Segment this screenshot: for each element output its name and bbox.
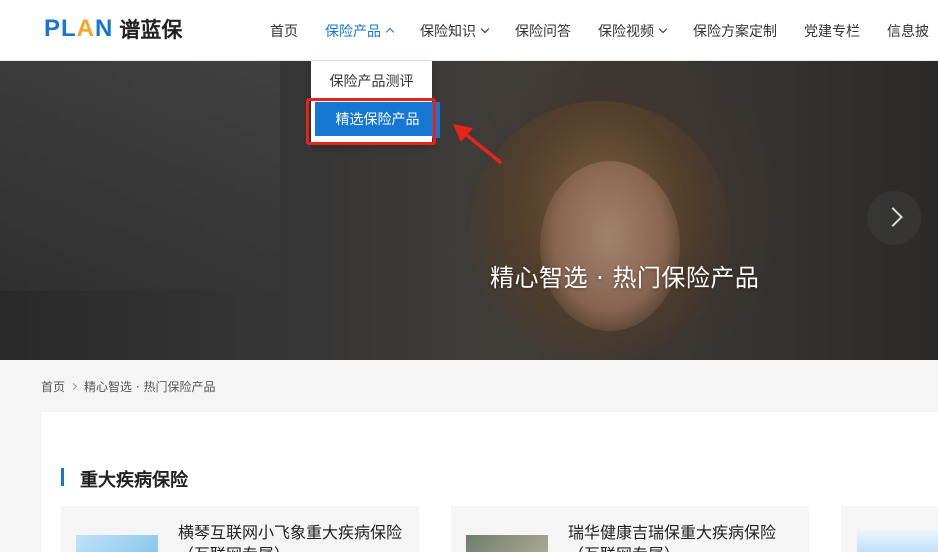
product-card[interactable]: 瑞华健康吉瑞保重大疾病保险 （互联网专属）	[451, 506, 809, 552]
hero-overlay	[0, 61, 938, 360]
chevron-right-icon	[69, 382, 78, 391]
nav-insurance-qa[interactable]: 保险问答	[515, 21, 571, 41]
chevron-up-icon	[385, 27, 395, 37]
annotation-highlight-box	[306, 98, 436, 145]
chevron-down-icon	[658, 24, 668, 33]
nav-plan-custom[interactable]: 保险方案定制	[693, 21, 777, 41]
logo-wordmark: PLAN	[44, 15, 114, 42]
product-card[interactable]: 横琴互联网小飞象重大疾病保险 （互联网专属）	[61, 506, 419, 552]
hero-title: 精心智选 · 热门保险产品	[490, 264, 760, 292]
section-marker	[61, 468, 64, 486]
nav-insurance-knowledge[interactable]: 保险知识	[420, 21, 490, 41]
product-thumbnail	[466, 535, 548, 552]
breadcrumb: 首页 精心智选 · 热门保险产品	[41, 378, 215, 395]
nav-home[interactable]: 首页	[270, 21, 298, 41]
section-title: 重大疾病保险	[80, 470, 188, 491]
dropdown-item-product-review[interactable]: 保险产品测评	[311, 63, 432, 101]
chevron-down-icon	[480, 24, 490, 33]
product-title: 瑞华健康吉瑞保重大疾病保险 （互联网专属）	[568, 523, 777, 552]
logo[interactable]: PLAN 谱蓝保	[44, 13, 182, 45]
main-nav: 首页 保险产品 保险知识 保险问答 保险视频 保险方案定制 党建专栏 信息披	[270, 0, 938, 61]
product-thumbnail	[857, 530, 938, 552]
nav-insurance-video[interactable]: 保险视频	[598, 21, 668, 41]
site-header: PLAN 谱蓝保 首页 保险产品 保险知识 保险问答 保险视频 保险方案定制 党…	[0, 0, 938, 61]
logo-name: 谱蓝保	[119, 18, 183, 42]
annotation-arrow-icon	[453, 124, 502, 164]
nav-insurance-products[interactable]: 保险产品	[325, 21, 395, 41]
breadcrumb-home[interactable]: 首页	[41, 378, 65, 395]
nav-info-disclosure[interactable]: 信息披	[887, 21, 929, 41]
hero-banner: 精心智选 · 热门保险产品	[0, 61, 938, 360]
breadcrumb-current: 精心智选 · 热门保险产品	[84, 380, 216, 394]
nav-party-column[interactable]: 党建专栏	[804, 21, 860, 41]
product-title: 横琴互联网小飞象重大疾病保险 （互联网专属）	[178, 523, 403, 552]
product-card[interactable]	[841, 506, 938, 552]
carousel-next-button[interactable]	[867, 191, 921, 245]
product-thumbnail	[76, 535, 158, 552]
